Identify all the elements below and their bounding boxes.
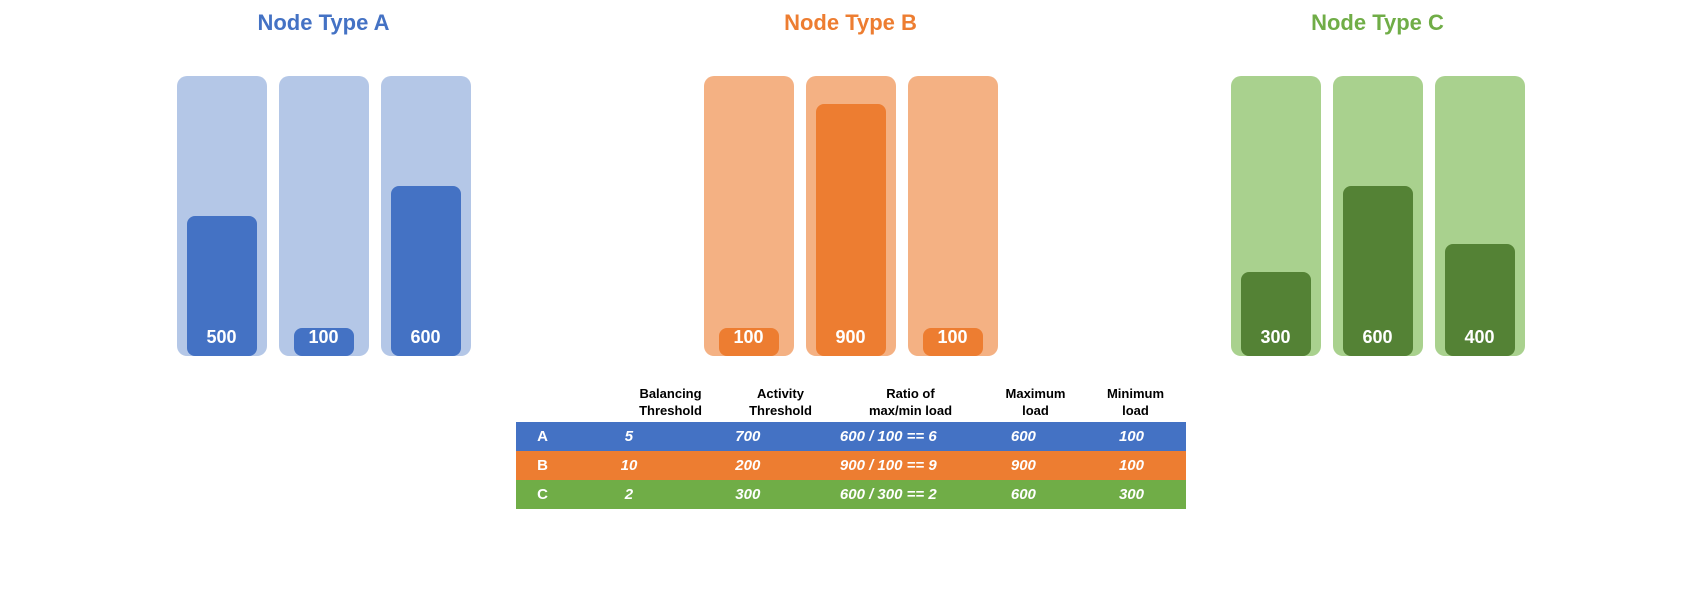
table-column-header — [566, 386, 616, 420]
bar-value-label: 500 — [206, 327, 236, 348]
bar-chart-area: 500 100 600 100 900 100 300 600 400 — [0, 46, 1701, 356]
bar-value-label: 100 — [937, 327, 967, 348]
bar-outer: 300 — [1231, 76, 1321, 356]
row-cell: 700 — [688, 422, 807, 451]
bar-outer: 900 — [806, 76, 896, 356]
row-cell: 100 — [1077, 422, 1185, 451]
bar-wrapper: 500 — [177, 76, 267, 356]
bar-value-label: 300 — [1260, 327, 1290, 348]
bar-outer: 100 — [908, 76, 998, 356]
bar-value-label: 900 — [835, 327, 865, 348]
bar-wrapper: 600 — [381, 76, 471, 356]
bar-inner: 100 — [923, 328, 983, 356]
bar-value-label: 400 — [1464, 327, 1494, 348]
data-table: A5700600 / 100 == 6600100B10200900 / 100… — [516, 422, 1186, 509]
node-group-node-type-b: 100 900 100 — [704, 76, 998, 356]
table-column-header: BalancingThreshold — [616, 386, 726, 420]
table-row: B10200900 / 100 == 9900100 — [516, 451, 1186, 480]
bar-outer: 600 — [381, 76, 471, 356]
row-cell: 200 — [688, 451, 807, 480]
bar-value-label: 100 — [308, 327, 338, 348]
bar-wrapper: 100 — [908, 76, 998, 356]
node-group-node-type-c: 300 600 400 — [1231, 76, 1525, 356]
bar-inner: 600 — [1343, 186, 1413, 356]
table-column-header: Maximumload — [986, 386, 1086, 420]
bar-wrapper: 100 — [279, 76, 369, 356]
node-type-a-header: Node Type A — [164, 10, 484, 36]
row-cell: 600 — [969, 480, 1077, 509]
row-cell: 900 — [969, 451, 1077, 480]
bar-outer: 100 — [704, 76, 794, 356]
row-cell: 100 — [1077, 451, 1185, 480]
bar-inner: 100 — [719, 328, 779, 356]
bar-inner: 500 — [187, 216, 257, 356]
table-row: C2300600 / 300 == 2600300 — [516, 480, 1186, 509]
row-cell: 10 — [570, 451, 689, 480]
bar-wrapper: 100 — [704, 76, 794, 356]
bar-outer: 100 — [279, 76, 369, 356]
bar-wrapper: 400 — [1435, 76, 1525, 356]
bar-outer: 500 — [177, 76, 267, 356]
row-cell: 300 — [1077, 480, 1185, 509]
node-headers: Node Type A Node Type B Node Type C — [0, 10, 1701, 36]
bar-wrapper: 600 — [1333, 76, 1423, 356]
row-cell: 900 / 100 == 9 — [807, 451, 969, 480]
bar-inner: 400 — [1445, 244, 1515, 356]
table-area: BalancingThresholdActivityThresholdRatio… — [0, 386, 1701, 509]
bar-inner: 300 — [1241, 272, 1311, 356]
bar-inner: 900 — [816, 104, 886, 356]
bar-outer: 600 — [1333, 76, 1423, 356]
table-row: A5700600 / 100 == 6600100 — [516, 422, 1186, 451]
bar-outer: 400 — [1435, 76, 1525, 356]
node-type-b-header: Node Type B — [691, 10, 1011, 36]
row-id: A — [516, 422, 570, 451]
table-container: BalancingThresholdActivityThresholdRatio… — [516, 386, 1186, 509]
bar-value-label: 600 — [410, 327, 440, 348]
row-id: C — [516, 480, 570, 509]
main-container: Node Type A Node Type B Node Type C 500 1… — [0, 0, 1701, 607]
row-cell: 300 — [688, 480, 807, 509]
row-cell: 600 / 300 == 2 — [807, 480, 969, 509]
row-cell: 5 — [570, 422, 689, 451]
table-headers: BalancingThresholdActivityThresholdRatio… — [516, 386, 1186, 420]
row-cell: 600 / 100 == 6 — [807, 422, 969, 451]
table-column-header: ActivityThreshold — [726, 386, 836, 420]
table-column-header: Minimumload — [1086, 386, 1186, 420]
row-cell: 2 — [570, 480, 689, 509]
table-column-header: Ratio ofmax/min load — [836, 386, 986, 420]
row-id: B — [516, 451, 570, 480]
node-group-node-type-a: 500 100 600 — [177, 76, 471, 356]
bar-inner: 600 — [391, 186, 461, 356]
bar-wrapper: 900 — [806, 76, 896, 356]
bar-value-label: 100 — [733, 327, 763, 348]
bar-inner: 100 — [294, 328, 354, 356]
bar-wrapper: 300 — [1231, 76, 1321, 356]
bar-value-label: 600 — [1362, 327, 1392, 348]
node-type-c-header: Node Type C — [1218, 10, 1538, 36]
row-cell: 600 — [969, 422, 1077, 451]
